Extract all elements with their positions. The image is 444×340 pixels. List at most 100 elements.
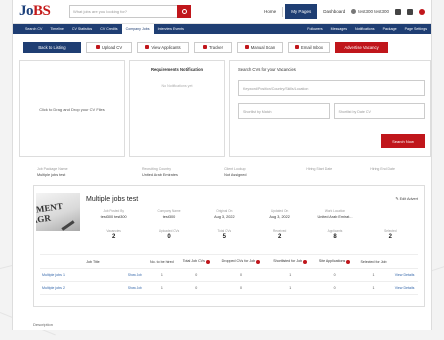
keyword-input[interactable]: Keyword/Position/Country/Skills/Location — [238, 80, 425, 96]
user-name: test300 test300 — [358, 9, 389, 14]
show-job-link[interactable]: Show Job — [128, 286, 142, 290]
subnav-cv-statistics[interactable]: CV Statistics — [68, 27, 96, 31]
upload-icon — [95, 45, 100, 49]
action-bar: Back to Listing Upload CV View Applicant… — [13, 38, 431, 56]
search-icon — [181, 9, 187, 14]
summary-end: Hiring End Date — [370, 167, 395, 171]
nav-dashboard[interactable]: Dashboard — [319, 5, 349, 18]
shortlist-match-input[interactable]: Shortlist by Match — [238, 103, 330, 119]
subnav-search-cv[interactable]: Search CV — [21, 27, 46, 31]
bell-icon[interactable] — [395, 8, 401, 15]
help-icon[interactable] — [205, 259, 210, 264]
cell-shortlisted: 1 — [267, 268, 314, 282]
grid-icon[interactable] — [407, 8, 413, 15]
help-icon[interactable] — [346, 259, 351, 264]
view-details-link[interactable]: View Details — [391, 268, 418, 282]
col-total: Total Job CVs — [177, 254, 215, 269]
logo[interactable]: JoBS — [19, 3, 57, 20]
meta-company: Company Name test300 — [157, 209, 181, 219]
cell-total: 0 — [177, 281, 215, 295]
subnav-page-settings[interactable]: Page Settings — [401, 27, 431, 31]
job-summary-strip: Job Package Name Multiple jobs test Recru… — [35, 167, 425, 181]
dropzone-text: Click to Drag and Drop your CV Files — [39, 107, 105, 112]
subnav-messages[interactable]: Messages — [327, 27, 351, 31]
notification-panel: Requirements Notification No Notificatio… — [129, 60, 225, 157]
meta-posted-by: Job Posted By test300 test300 — [100, 209, 127, 219]
subnav-interview-events[interactable]: Interview Events — [154, 27, 188, 31]
manual-scan-button[interactable]: Manual Scan — [237, 41, 283, 53]
meta-original-on: Original On Aug 3, 2022 — [214, 209, 235, 219]
cell-selected: 1 — [355, 281, 392, 295]
subnav-cv-credits[interactable]: CV Credits — [96, 27, 121, 31]
count-selected: Selected 2 — [384, 229, 397, 240]
upload-cv-button[interactable]: Upload CV — [86, 41, 132, 53]
job-counts: Vacancies 2 Uploaded CVs 0 Total CVs 5 Rece… — [86, 229, 418, 240]
avatar[interactable] — [419, 8, 425, 15]
subnav-notifications[interactable]: Notifications — [351, 27, 379, 31]
nav-my-pages[interactable]: My Pages — [285, 4, 318, 19]
eye-icon — [145, 45, 150, 49]
subnav-right: Followers Messages Notifications Package… — [303, 27, 431, 31]
meta-updated-on: Updated On Aug 3, 2022 — [269, 209, 290, 219]
col-selected: Selected for Job — [355, 254, 392, 269]
job-search: What jobs are you looking for? — [69, 5, 191, 18]
top-nav: Home My Pages Dashboard test300 test300 — [260, 4, 425, 19]
search-input[interactable]: What jobs are you looking for? — [69, 5, 177, 18]
cell-dropped: 0 — [214, 268, 268, 282]
view-details-link[interactable]: View Details — [391, 281, 418, 295]
subnav-package[interactable]: Package — [379, 27, 401, 31]
help-icon[interactable] — [303, 259, 308, 264]
search-now-button[interactable]: Search Now — [381, 134, 425, 148]
advertise-vacancy-button[interactable]: Advertise Vacancy — [335, 41, 388, 53]
cell-dropped: 0 — [214, 281, 268, 295]
table-header: Job Title No. to be hired Total Job CVs … — [40, 254, 418, 269]
view-applicants-button[interactable]: View Applicants — [137, 41, 189, 53]
cell-total: 0 — [177, 268, 215, 282]
col-site-applications: Site Applications — [313, 254, 356, 269]
col-shortlisted: Shortlisted for Job — [267, 254, 314, 269]
cv-dropzone[interactable]: Click to Drag and Drop your CV Files — [19, 60, 125, 157]
scan-icon — [244, 45, 249, 49]
top-panels: Click to Drag and Drop your CV Files Req… — [19, 60, 431, 157]
notification-title: Requirements Notification — [150, 67, 204, 72]
summary-country: Recruiting Country United Arab Emirates — [141, 167, 178, 177]
user-icon — [351, 9, 357, 14]
help-icon[interactable] — [256, 259, 261, 264]
subnav-company-jobs[interactable]: Company Jobs — [121, 24, 154, 34]
tracker-button[interactable]: Tracker — [194, 41, 232, 53]
summary-client: Client Lookup Not Assigned — [224, 167, 247, 177]
summary-start: Hiring Start Date — [306, 167, 333, 171]
col-job-title: Job Title — [40, 254, 146, 269]
cell-shortlisted: 1 — [267, 281, 314, 295]
subnav-timeline[interactable]: Timeline — [46, 27, 67, 31]
search-button[interactable] — [177, 5, 191, 18]
back-to-listing-button[interactable]: Back to Listing — [23, 41, 81, 53]
table-row: Multiple jobs 1 Show Job 1 0 0 1 0 1 Vie… — [40, 268, 418, 282]
user-menu[interactable]: test300 test300 — [351, 9, 389, 14]
job-link[interactable]: Multiple jobs 2 Show Job — [40, 281, 146, 295]
summary-package: Job Package Name Multiple jobs test — [37, 167, 68, 177]
edit-advert-link[interactable]: ✎ Edit Advert — [395, 196, 418, 201]
cell-selected: 1 — [355, 268, 392, 282]
email-inbox-button[interactable]: Email Inbox — [288, 41, 330, 53]
count-vacancies: Vacancies 2 — [106, 229, 121, 240]
job-table: Job Title No. to be hired Total Job CVs … — [40, 254, 418, 295]
job-title: Multiple jobs test — [86, 196, 139, 203]
col-action — [391, 254, 418, 269]
count-applicants: Applicants 8 — [327, 229, 343, 240]
count-uploaded: Uploaded CVs 0 — [158, 229, 180, 240]
show-job-link[interactable]: Show Job — [128, 273, 142, 277]
job-meta: Job Posted By test300 test300 Company Nam… — [86, 209, 418, 219]
job-link[interactable]: Multiple jobs 1 Show Job — [40, 268, 146, 282]
top-header: JoBS What jobs are you looking for? Home… — [13, 0, 431, 24]
mail-icon — [295, 45, 300, 49]
nav-home[interactable]: Home — [260, 5, 280, 18]
sub-nav: Search CV Timeline CV Statistics CV Cred… — [13, 24, 431, 34]
subnav-followers[interactable]: Followers — [303, 27, 326, 31]
col-hired: No. to be hired — [145, 254, 178, 269]
shortlist-date-input[interactable]: Shortlist by Date CV — [333, 103, 425, 119]
cell-site: 0 — [313, 268, 356, 282]
app-window: JoBS What jobs are you looking for? Home… — [12, 0, 432, 330]
job-card: YMENT AGR Multiple jobs test ✎ Edit Adve… — [33, 185, 425, 307]
job-thumbnail: YMENT AGR — [36, 193, 80, 231]
